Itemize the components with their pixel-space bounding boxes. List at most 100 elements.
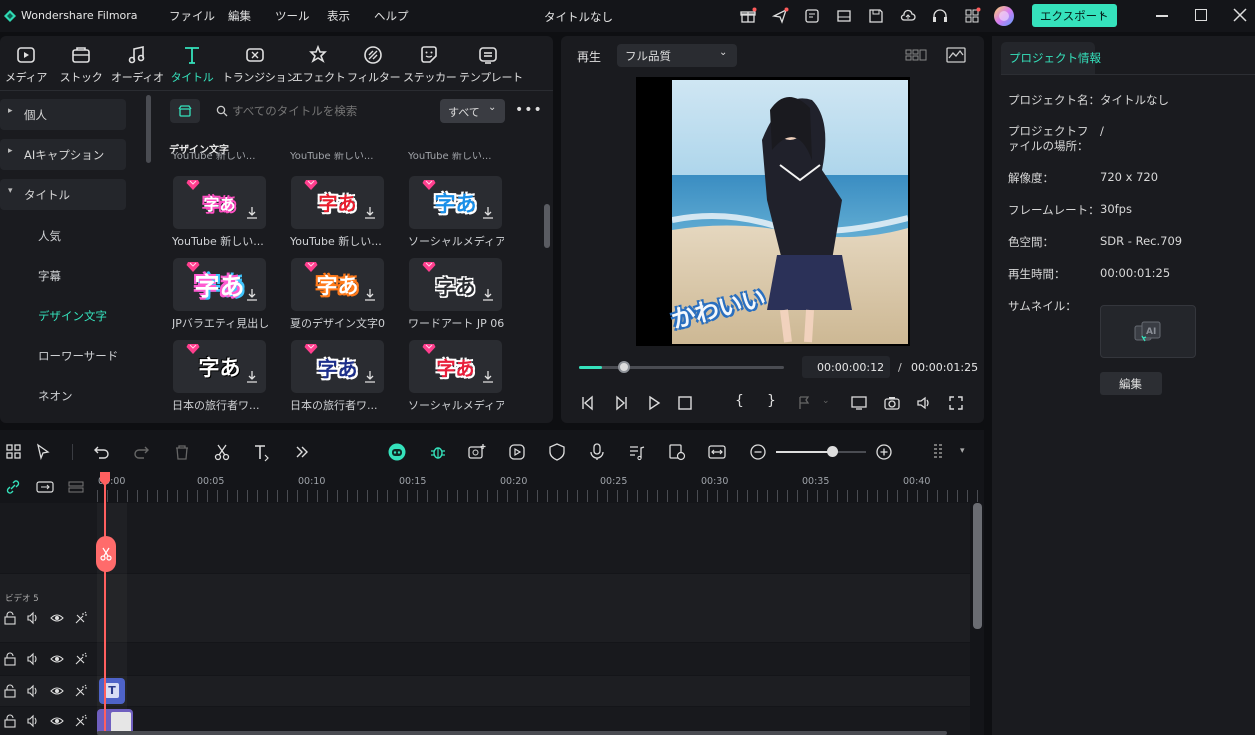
zoom-out-icon[interactable]: [748, 442, 768, 462]
shield-icon[interactable]: [547, 442, 567, 462]
track-layout-icon[interactable]: [68, 480, 84, 494]
menu-view[interactable]: 表示: [327, 8, 350, 24]
title-clip[interactable]: T: [99, 678, 125, 704]
eye-icon[interactable]: [50, 611, 64, 625]
title-card[interactable]: 字あ: [409, 340, 502, 393]
close-icon[interactable]: [1233, 8, 1247, 22]
magic-wand-icon[interactable]: [74, 684, 88, 698]
track-row[interactable]: [0, 503, 970, 573]
previous-frame-icon[interactable]: [579, 394, 597, 412]
sidebar-sub-lower-third[interactable]: ローワーサード: [38, 348, 118, 364]
avatar[interactable]: [993, 5, 1015, 27]
drag-handle-icon[interactable]: [930, 442, 950, 462]
ai-assistant-icon[interactable]: [387, 442, 407, 462]
tab-audio[interactable]: オーディオ: [111, 40, 164, 85]
export-button[interactable]: エクスポート ⌄: [1032, 4, 1117, 27]
layout-grid-icon[interactable]: [4, 442, 24, 462]
download-icon[interactable]: [482, 370, 494, 384]
cloud-upload-icon[interactable]: [899, 7, 917, 25]
eye-icon[interactable]: [50, 684, 64, 698]
tab-media[interactable]: メディア: [0, 40, 52, 85]
download-icon[interactable]: [482, 206, 494, 220]
minimize-button[interactable]: [1156, 15, 1168, 17]
timeline-vertical-scrollbar[interactable]: [973, 503, 982, 629]
next-frame-icon[interactable]: [612, 394, 630, 412]
playhead-handle[interactable]: [99, 471, 111, 487]
store-button[interactable]: [170, 99, 200, 123]
sidebar-sub-popular[interactable]: 人気: [38, 228, 61, 244]
volume-icon[interactable]: [915, 394, 933, 412]
redo-icon[interactable]: [131, 442, 151, 462]
magic-wand-icon[interactable]: [74, 611, 88, 625]
sidebar-item-personal[interactable]: ▸ 個人: [0, 99, 126, 130]
download-icon[interactable]: [364, 288, 376, 302]
title-card[interactable]: 字あ: [409, 176, 502, 229]
speaker-icon[interactable]: [26, 684, 40, 698]
fit-width-icon[interactable]: [707, 442, 727, 462]
track-row[interactable]: [0, 574, 970, 642]
tab-title[interactable]: タイトル: [166, 40, 218, 85]
title-card[interactable]: 字あ: [291, 176, 384, 229]
snap-icon[interactable]: [36, 480, 54, 494]
split-at-playhead-button[interactable]: [96, 536, 116, 572]
link-icon[interactable]: [5, 479, 21, 495]
lock-icon[interactable]: [3, 611, 17, 625]
play-icon[interactable]: [645, 394, 663, 412]
more-tools-icon[interactable]: [292, 442, 312, 462]
bug-detect-icon[interactable]: [428, 442, 448, 462]
sidebar-sub-design-text[interactable]: デザイン文字: [38, 308, 107, 324]
sidebar-item-title[interactable]: ▾ タイトル: [0, 179, 126, 210]
playback-progress-track[interactable]: [579, 366, 784, 369]
lock-icon[interactable]: [3, 684, 17, 698]
tab-project-info[interactable]: プロジェクト情報: [1001, 42, 1101, 74]
chevron-down-icon[interactable]: ▾: [960, 446, 965, 456]
quality-dropdown[interactable]: フル品質 ⌄: [617, 44, 737, 67]
stop-icon[interactable]: [676, 394, 694, 412]
speaker-icon[interactable]: [26, 611, 40, 625]
save-icon[interactable]: [867, 7, 885, 25]
title-card[interactable]: 字あ: [173, 340, 266, 393]
playhead-line[interactable]: [104, 472, 106, 735]
zoom-in-icon[interactable]: [874, 442, 894, 462]
menu-edit[interactable]: 編集: [228, 8, 251, 24]
tab-transition[interactable]: トランジション: [222, 40, 297, 85]
waveform-monitor-icon[interactable]: [946, 46, 966, 64]
zoom-slider-knob[interactable]: [826, 446, 838, 457]
cards-scrollbar[interactable]: [544, 204, 550, 248]
playback-progress-knob[interactable]: [618, 361, 631, 373]
lock-icon[interactable]: [3, 652, 17, 666]
title-card[interactable]: 字あ: [173, 258, 266, 311]
maximize-button[interactable]: [1195, 9, 1207, 21]
download-icon[interactable]: [482, 288, 494, 302]
download-icon[interactable]: [246, 370, 258, 384]
menu-tools[interactable]: ツール: [275, 8, 310, 24]
tab-template[interactable]: テンプレート: [459, 40, 523, 85]
magic-wand-icon[interactable]: [74, 714, 88, 728]
download-icon[interactable]: [246, 288, 258, 302]
tab-effect[interactable]: エフェクト: [292, 40, 346, 85]
title-card[interactable]: 字あ: [291, 340, 384, 393]
apps-grid-icon[interactable]: [963, 7, 981, 25]
speaker-icon[interactable]: [26, 652, 40, 666]
music-list-icon[interactable]: [627, 442, 647, 462]
title-card[interactable]: 字あ: [291, 258, 384, 311]
video-canvas[interactable]: かわいい: [636, 77, 910, 346]
more-options-icon[interactable]: •••: [515, 102, 543, 118]
edit-thumbnail-button[interactable]: 編集: [1100, 372, 1162, 395]
select-tool-icon[interactable]: [34, 442, 54, 462]
mark-out-icon[interactable]: }: [767, 393, 776, 409]
preview-render-icon[interactable]: [667, 442, 687, 462]
download-icon[interactable]: [364, 370, 376, 384]
eye-icon[interactable]: [50, 652, 64, 666]
feedback-icon[interactable]: [803, 7, 821, 25]
menu-help[interactable]: ヘルプ: [374, 8, 409, 24]
sidebar-scrollbar[interactable]: [146, 95, 151, 163]
tab-stock[interactable]: ストック: [55, 40, 107, 85]
split-scissors-icon[interactable]: [212, 442, 232, 462]
current-timecode[interactable]: 00:00:00:12: [802, 356, 890, 378]
microphone-icon[interactable]: [587, 442, 607, 462]
add-media-icon[interactable]: [467, 442, 487, 462]
headset-icon[interactable]: [931, 7, 949, 25]
snapshot-icon[interactable]: [883, 394, 901, 412]
marker-icon[interactable]: [796, 394, 814, 412]
